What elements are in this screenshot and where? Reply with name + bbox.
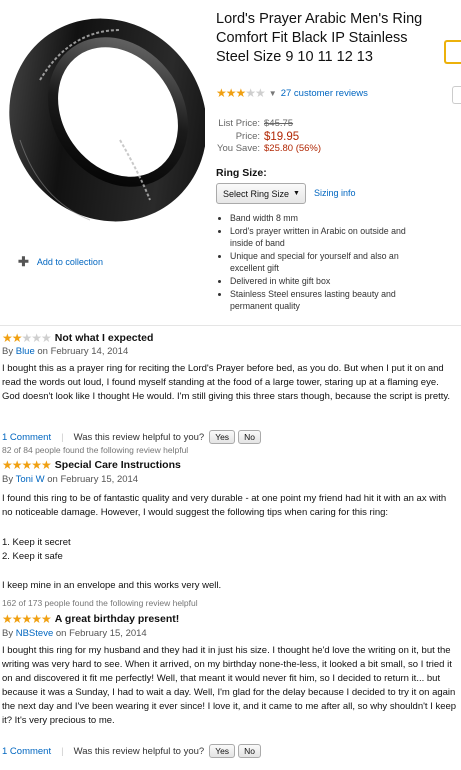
feature-bullets: Band width 8 mm Lord's prayer written in…: [218, 212, 418, 313]
add-to-collection-label: Add to collection: [36, 257, 103, 267]
helpful-question: Was this review helpful to you?: [73, 745, 205, 757]
review-date: on February 14, 2014: [37, 346, 129, 357]
feature-bullet: Unique and special for yourself and also…: [230, 250, 418, 274]
secondary-box-edge: [452, 86, 461, 104]
add-to-collection-button[interactable]: ✚ Add to collection: [18, 254, 103, 270]
review-meta: By Toni W on February 15, 2014: [2, 474, 138, 485]
helpful-question: Was this review helpful to you?: [73, 431, 205, 443]
feature-bullet: Lord's prayer written in Arabic on outsi…: [230, 225, 418, 249]
divider: [0, 325, 461, 326]
review-tip: 2. Keep it safe: [2, 551, 63, 562]
comment-link[interactable]: 1 Comment: [2, 746, 51, 757]
feature-bullet: Band width 8 mm: [230, 212, 418, 224]
review-helpful-row: 1 Comment | Was this review helpful to y…: [2, 430, 261, 444]
review-stars-icon: ★★★★★: [2, 458, 52, 472]
review-date: on February 15, 2014: [47, 474, 139, 485]
review-stars-icon: ★★★★★: [2, 612, 52, 626]
price-block: List Price: $45.75 Price: $19.95 You Save:…: [216, 118, 321, 156]
review-header: ★★★★★ Special Care Instructions: [2, 458, 181, 472]
rating-stars-icon: ★★★★★: [216, 86, 266, 100]
feature-bullet: Stainless Steel ensures lasting beauty a…: [230, 288, 418, 312]
list-price-label: List Price:: [218, 118, 260, 129]
comment-link[interactable]: 1 Comment: [2, 432, 51, 443]
review-helpful-row: 1 Comment | Was this review helpful to y…: [2, 744, 261, 758]
customer-reviews-link[interactable]: 27 customer reviews: [281, 88, 368, 99]
review-body: I bought this as a prayer ring for recit…: [2, 363, 451, 402]
review-helpful-count: 162 of 173 people found the following re…: [2, 598, 198, 608]
review-by: By: [2, 346, 14, 357]
review-helpful-count: 82 of 84 people found the following revi…: [2, 445, 189, 455]
review-by: By: [2, 628, 14, 639]
review-author[interactable]: Toni W: [16, 474, 45, 485]
product-rating[interactable]: ★★★★★ ▼ 27 customer reviews: [216, 86, 368, 100]
review-body: I keep mine in an envelope and this work…: [2, 580, 222, 591]
review-title[interactable]: Not what I expected: [55, 332, 154, 344]
product-image-ring[interactable]: [0, 0, 205, 240]
review-meta: By NBSteve on February 15, 2014: [2, 628, 147, 639]
review-body: I bought this ring for my husband and th…: [2, 645, 457, 726]
review-author[interactable]: NBSteve: [16, 628, 54, 639]
buy-box-edge: [444, 40, 461, 64]
save-value: $25.80 (56%): [264, 143, 322, 154]
helpful-yes-button[interactable]: Yes: [209, 430, 236, 444]
review-title[interactable]: A great birthday present!: [55, 613, 179, 625]
helpful-no-button[interactable]: No: [238, 430, 261, 444]
sizing-info-link[interactable]: Sizing info: [314, 188, 356, 198]
review-meta: By Blue on February 14, 2014: [2, 346, 128, 357]
review-stars-icon: ★★★★★: [2, 331, 52, 345]
feature-bullet: Delivered in white gift box: [230, 275, 418, 287]
plus-icon: ✚: [18, 254, 29, 269]
ring-size-select[interactable]: Select Ring Size ▼: [216, 183, 306, 204]
review-header: ★★★★★ Not what I expected: [2, 331, 153, 345]
separator: |: [61, 745, 64, 757]
price-label: Price:: [235, 130, 260, 142]
separator: |: [61, 431, 64, 443]
review-title[interactable]: Special Care Instructions: [55, 459, 181, 471]
review-author[interactable]: Blue: [16, 346, 35, 357]
list-price: $45.75: [264, 118, 294, 129]
review-body: I found this ring to be of fantastic qua…: [2, 493, 447, 518]
chevron-down-icon: ▼: [293, 190, 300, 197]
review-date: on February 15, 2014: [55, 628, 147, 639]
helpful-no-button[interactable]: No: [238, 744, 261, 758]
helpful-yes-button[interactable]: Yes: [209, 744, 236, 758]
price: $19.95: [264, 130, 300, 143]
review-tip: 1. Keep it secret: [2, 537, 71, 548]
review-header: ★★★★★ A great birthday present!: [2, 612, 179, 626]
save-label: You Save:: [217, 143, 260, 154]
chevron-down-icon[interactable]: ▼: [269, 89, 277, 98]
ring-size-select-value: Select Ring Size: [223, 188, 290, 199]
ring-size-label: Ring Size:: [216, 167, 267, 179]
review-by: By: [2, 474, 14, 485]
product-title: Lord's Prayer Arabic Men's Ring Comfort …: [216, 11, 423, 65]
